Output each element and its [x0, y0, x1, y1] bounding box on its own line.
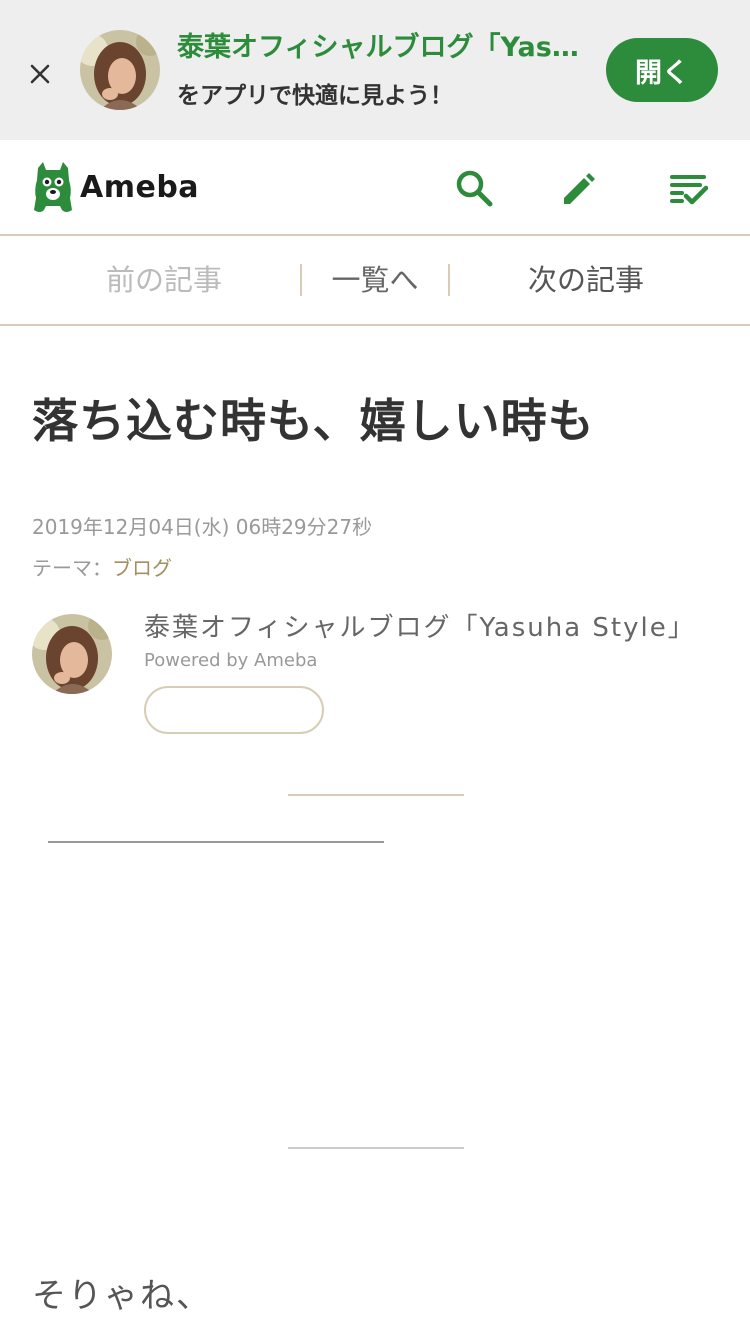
nav-divider: [448, 264, 450, 296]
article-body-text: そりゃね、: [32, 1276, 212, 1316]
open-app-button[interactable]: 開く: [606, 38, 718, 102]
banner-title: 泰葉オフィシャルブログ「Yasuha Style」: [177, 32, 591, 63]
ameba-logo[interactable]: Ameba: [32, 160, 199, 214]
blog-name[interactable]: 泰葉オフィシャルブログ「Yasuha Style」: [144, 610, 734, 646]
logo-text: Ameba: [80, 169, 200, 205]
article-title: 落ち込む時も、嬉しい時も: [32, 394, 595, 448]
close-icon[interactable]: [22, 56, 58, 92]
theme-label: テーマ：: [32, 556, 112, 580]
site-header: Ameba: [0, 140, 750, 236]
theme-link[interactable]: ブログ: [112, 556, 172, 580]
divider: [48, 841, 384, 843]
follow-button[interactable]: [144, 686, 324, 734]
ameba-mascot-icon: [34, 162, 72, 212]
search-icon[interactable]: [454, 168, 494, 208]
divider: [288, 794, 464, 796]
pencil-icon[interactable]: [558, 168, 598, 208]
next-article-link[interactable]: 次の記事: [492, 258, 680, 302]
article-date: 2019年12月04日(水) 06時29分27秒: [32, 515, 373, 539]
powered-by: Powered by Ameba: [144, 650, 318, 671]
article-theme: テーマ：ブログ: [32, 553, 172, 583]
banner-subtitle: をアプリで快適に見よう！: [177, 83, 453, 109]
reading-list-icon[interactable]: [670, 168, 710, 208]
app-install-banner: 泰葉オフィシャルブログ「Yasuha Style」 をアプリで快適に見よう！ 開…: [0, 0, 750, 140]
divider: [288, 1147, 464, 1149]
banner-avatar: [80, 30, 160, 110]
author-avatar[interactable]: [32, 614, 112, 694]
prev-article-link: 前の記事: [105, 263, 222, 297]
article-pager: 前の記事 一覧へ 次の記事: [0, 236, 750, 326]
article-list-link[interactable]: 一覧へ: [302, 258, 448, 302]
